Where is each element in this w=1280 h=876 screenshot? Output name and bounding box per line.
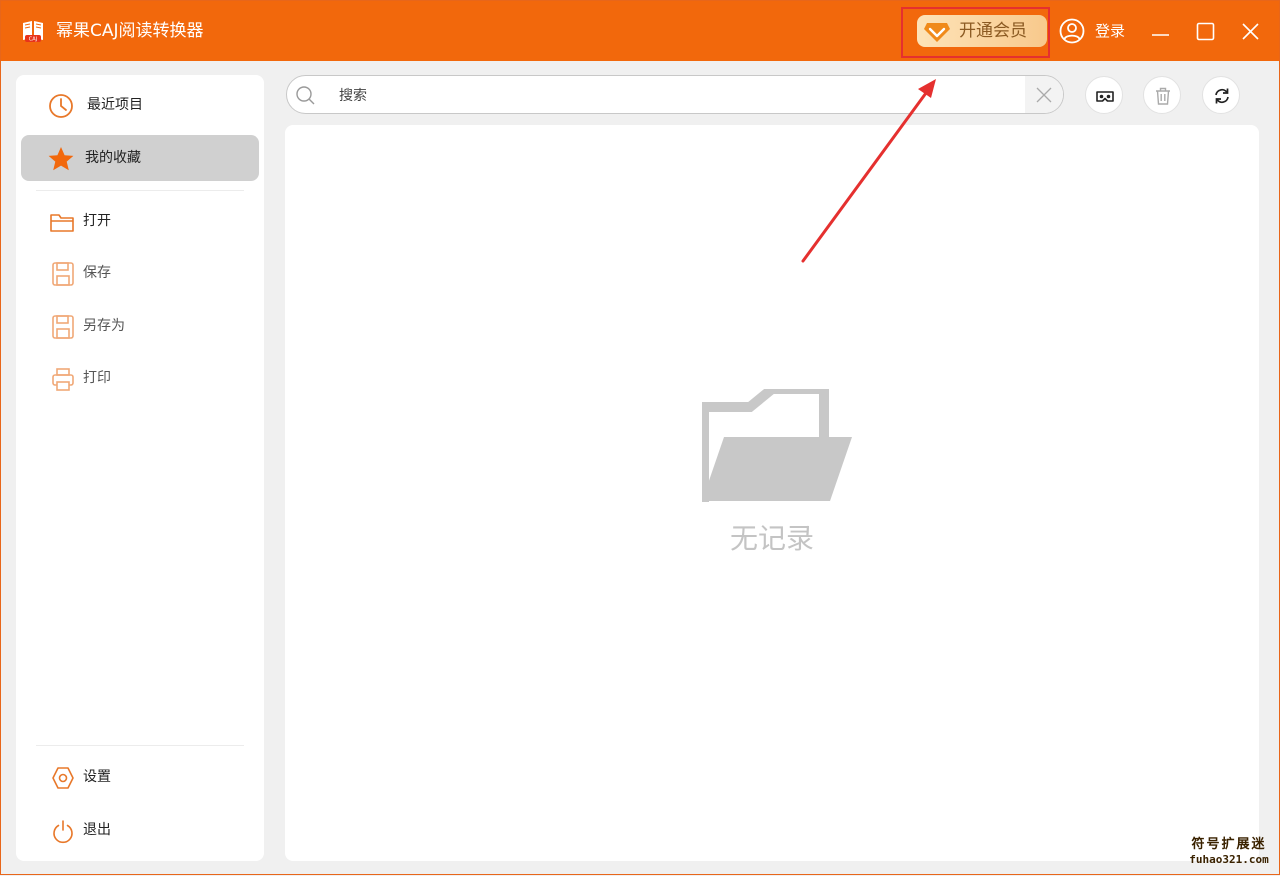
sidebar-item-save-as[interactable]: 另存为 <box>21 303 259 349</box>
login-link[interactable]: 登录 <box>1095 20 1125 42</box>
refresh-icon <box>1215 88 1229 104</box>
search-input[interactable] <box>337 82 991 110</box>
app-title: 幂果CAJ阅读转换器 <box>56 21 204 41</box>
save-as-icon <box>52 315 74 339</box>
minimize-icon[interactable] <box>1144 15 1176 47</box>
vr-glasses-icon <box>1096 91 1114 102</box>
sidebar-item-label: 保存 <box>83 265 111 281</box>
trash-icon <box>1156 87 1170 105</box>
refresh-button[interactable] <box>1202 76 1240 114</box>
printer-icon <box>52 368 74 391</box>
sidebar-item-label: 打开 <box>83 213 111 229</box>
sidebar-divider <box>36 190 244 191</box>
clear-search-button[interactable] <box>1025 76 1063 113</box>
empty-state-text: 无记录 <box>729 522 814 555</box>
clock-icon <box>49 94 73 118</box>
sidebar-item-label: 我的收藏 <box>85 150 141 166</box>
title-bar: CAJ 幂果CAJ阅读转换器 开通会员 登录 <box>1 1 1279 61</box>
sidebar-divider <box>36 745 244 746</box>
content-panel: 无记录 <box>285 125 1259 861</box>
clear-icon <box>1036 87 1052 103</box>
site-watermark: 符号扩展迷 fuhao321.com <box>1181 837 1277 867</box>
star-icon <box>48 147 74 171</box>
sidebar-item-settings[interactable]: 设置 <box>21 754 259 800</box>
view-mode-button[interactable] <box>1085 76 1123 114</box>
close-icon[interactable] <box>1234 15 1266 47</box>
sidebar-item-favorites[interactable]: 我的收藏 <box>21 135 259 181</box>
search-bar <box>286 75 1064 114</box>
sidebar-item-print[interactable]: 打印 <box>21 355 259 401</box>
power-icon <box>53 820 73 844</box>
empty-folder-icon <box>702 389 852 502</box>
svg-text:CAJ: CAJ <box>29 37 37 43</box>
gear-icon <box>52 767 74 789</box>
sidebar-item-open[interactable]: 打开 <box>21 198 259 244</box>
search-icon <box>296 86 315 105</box>
save-icon <box>52 262 74 286</box>
sidebar-item-exit[interactable]: 退出 <box>21 807 259 853</box>
sidebar-item-recent[interactable]: 最近项目 <box>21 82 259 128</box>
watermark-line2: fuhao321.com <box>1189 853 1269 866</box>
sidebar-item-label: 最近项目 <box>87 97 143 113</box>
watermark-line1: 符号扩展迷 <box>1191 837 1267 852</box>
app-logo-icon: CAJ <box>23 21 43 43</box>
sidebar-item-save[interactable]: 保存 <box>21 250 259 296</box>
folder-icon <box>50 214 74 232</box>
maximize-icon[interactable] <box>1189 15 1221 47</box>
sidebar: 最近项目 我的收藏 打开 保存 另存为 打印 设置 退出 <box>16 75 264 861</box>
sidebar-item-label: 打印 <box>83 370 111 386</box>
delete-button[interactable] <box>1143 76 1181 114</box>
sidebar-item-label: 设置 <box>83 769 111 785</box>
annotation-highlight-box <box>901 7 1050 58</box>
user-avatar-icon[interactable] <box>1059 18 1085 44</box>
sidebar-item-label: 另存为 <box>83 318 125 334</box>
sidebar-item-label: 退出 <box>83 822 111 838</box>
